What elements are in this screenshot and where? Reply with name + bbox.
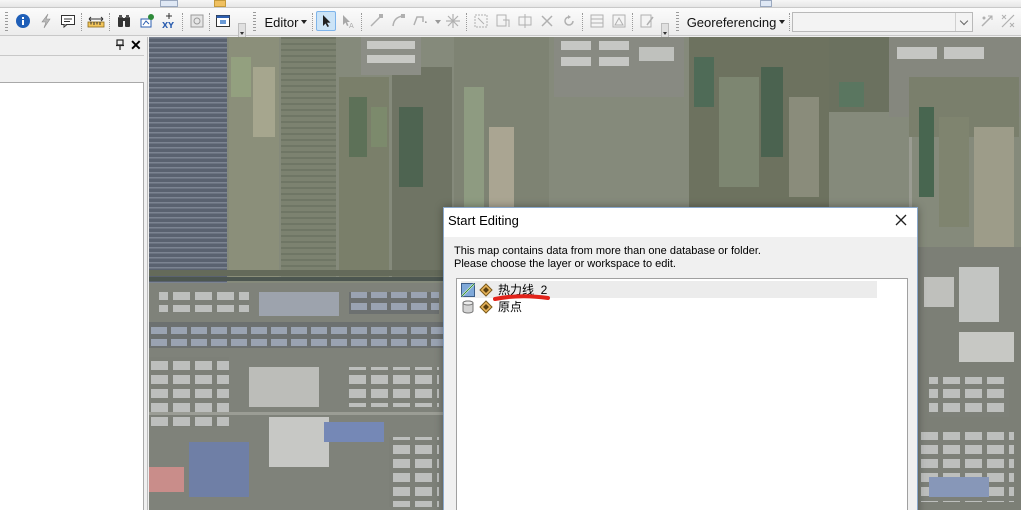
add-control-points-icon[interactable] — [998, 11, 1018, 31]
dialog-message-line2: Please choose the layer or workspace to … — [454, 258, 676, 270]
toolbar-button[interactable] — [160, 0, 178, 7]
start-editing-dialog: Start Editing This map contains data fro… — [443, 207, 918, 510]
straight-segment-icon[interactable] — [366, 11, 386, 31]
annotation-underline-layer — [493, 294, 550, 301]
editor-menu-label: Editor — [264, 14, 299, 30]
database-icon — [462, 300, 474, 313]
toolbar-separator — [109, 13, 110, 31]
find-binoculars-icon[interactable] — [114, 11, 134, 31]
toolbar-separator — [789, 13, 790, 31]
toolbar-button[interactable] — [214, 0, 226, 7]
feature-class-icon — [461, 282, 475, 297]
chevron-down-icon[interactable] — [432, 11, 441, 33]
panel-divider — [0, 55, 144, 56]
panel-close-button[interactable]: ✕ — [130, 37, 142, 53]
chevron-down-icon — [779, 20, 786, 24]
html-popup-icon[interactable] — [58, 11, 78, 31]
goto-xy-icon[interactable]: XY — [159, 11, 179, 31]
svg-text:XY: XY — [162, 21, 174, 30]
georef-layer-select[interactable] — [792, 12, 973, 32]
workspace-list[interactable]: 热力线_2 原点 — [456, 278, 908, 510]
cut-polygons-icon[interactable] — [515, 11, 535, 31]
edit-vertices-icon[interactable] — [471, 11, 491, 31]
dialog-body: This map contains data from more than on… — [444, 237, 917, 510]
create-features-icon[interactable] — [637, 11, 657, 31]
split-icon[interactable] — [537, 11, 557, 31]
toolbar-separator — [312, 13, 313, 31]
magnifier-window-icon[interactable] — [213, 11, 233, 31]
create-viewer-icon[interactable] — [187, 11, 207, 31]
edit-tool-icon[interactable] — [316, 11, 336, 31]
georeferencing-menu-label: Georeferencing — [686, 14, 777, 30]
attributes-icon[interactable] — [587, 11, 607, 31]
toolbar-separator — [182, 13, 183, 31]
lightning-icon[interactable] — [36, 11, 56, 31]
toolbar-separator — [632, 13, 633, 31]
trace-icon[interactable] — [410, 11, 430, 31]
left-dock-panel: ✕ — [0, 37, 148, 510]
close-icon[interactable] — [891, 210, 911, 230]
info-icon[interactable] — [13, 11, 33, 31]
toolbar-separator — [466, 13, 467, 31]
rotate-georef-icon[interactable] — [977, 11, 997, 31]
panel-header: ✕ — [0, 37, 148, 55]
toolbar-grip[interactable] — [253, 12, 256, 32]
toolbar-button[interactable] — [760, 0, 772, 7]
edit-annotation-icon[interactable]: A — [338, 11, 358, 31]
measure-icon[interactable] — [86, 11, 106, 31]
toolbar-grip[interactable] — [5, 12, 8, 32]
find-route-icon[interactable] — [137, 11, 157, 31]
toolbar-separator — [209, 13, 210, 31]
layer-diamond-icon — [479, 299, 493, 314]
rotate-icon[interactable] — [559, 11, 579, 31]
toolbar-separator — [582, 13, 583, 31]
arcmap-window: XY Editor A Georeferencing ✕ Start Editi… — [0, 0, 1021, 510]
reshape-icon[interactable] — [493, 11, 513, 31]
svg-text:A: A — [349, 22, 354, 29]
chevron-down-icon — [301, 20, 308, 24]
upper-toolbar-strip — [0, 0, 1021, 8]
endpoint-arc-icon[interactable] — [388, 11, 408, 31]
layer-diamond-icon — [479, 282, 493, 297]
chevron-down-icon[interactable] — [955, 13, 972, 31]
pin-icon[interactable] — [115, 39, 125, 51]
dialog-message-line1: This map contains data from more than on… — [454, 245, 761, 257]
panel-content[interactable] — [0, 82, 144, 510]
dialog-title: Start Editing — [448, 213, 519, 228]
georeferencing-menu-button[interactable]: Georeferencing — [685, 11, 787, 33]
point-icon[interactable] — [443, 11, 463, 31]
main-toolbar: XY Editor A Georeferencing — [0, 8, 1021, 39]
dialog-message: This map contains data from more than on… — [454, 245, 761, 271]
toolbar-grip[interactable] — [676, 12, 679, 32]
sketch-properties-icon[interactable] — [609, 11, 629, 31]
toolbar-separator — [81, 13, 82, 31]
editor-menu-button[interactable]: Editor — [262, 11, 310, 33]
toolbar-separator — [361, 13, 362, 31]
